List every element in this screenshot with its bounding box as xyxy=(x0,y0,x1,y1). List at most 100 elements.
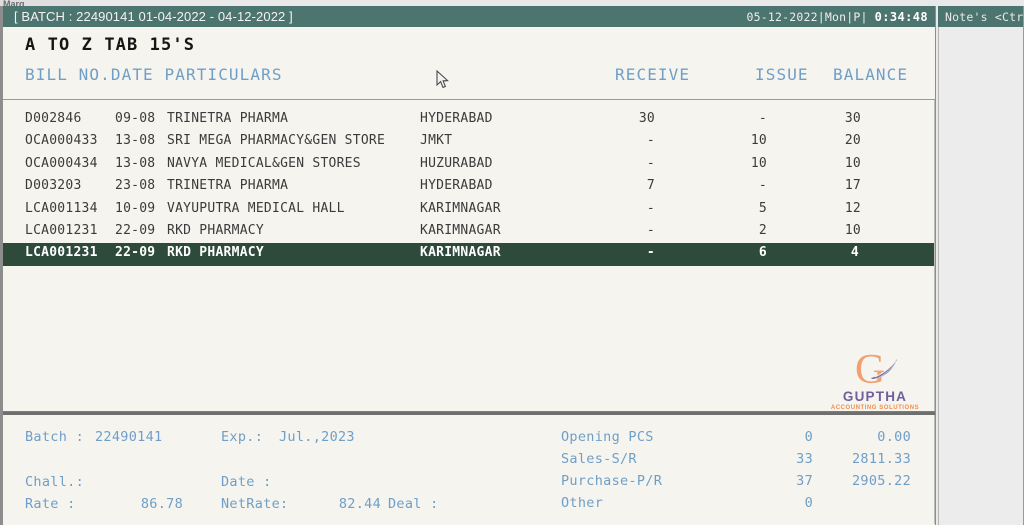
row-balance: 12 xyxy=(844,200,861,216)
row-place: HYDERABAD xyxy=(420,178,493,194)
row-issue: 2 xyxy=(758,222,767,238)
row-issue: 10 xyxy=(750,133,767,149)
table-row[interactable]: LCA001231 22-09 RKD PHARMACY KARIMNAGAR - 6 4 xyxy=(3,243,935,266)
table-row[interactable]: D003203 23-08 TRINETRA PHARMA HYDERABAD 7 - 17 xyxy=(3,176,935,198)
row-place: KARIMNAGAR xyxy=(420,222,501,238)
batch-ledger-window: [ BATCH : 22490141 01-04-2022 - 04-12-20… xyxy=(0,6,936,525)
guptha-logo: G GUPTHA ACCOUNTING SOLUTIONS xyxy=(829,349,921,411)
stock-qty: 37 xyxy=(796,473,813,489)
row-balance: 30 xyxy=(844,111,861,126)
stock-amount: 0.00 xyxy=(877,429,911,445)
date-label[interactable]: Date : xyxy=(221,474,272,490)
quill-icon xyxy=(871,359,897,379)
row-balance: 17 xyxy=(844,178,861,194)
row-bill-no: D002846 xyxy=(25,111,82,126)
stock-amount: 2905.22 xyxy=(852,473,911,489)
table-row[interactable]: OCA000434 13-08 NAVYA MEDICAL&GEN STORES HU… xyxy=(3,154,935,176)
row-balance: 20 xyxy=(844,133,861,149)
row-receive: - xyxy=(646,133,655,149)
ledger-header: A TO Z TAB 15'S BILL NO.DATE PARTICULARS… xyxy=(3,27,935,100)
row-balance: 10 xyxy=(844,155,861,171)
row-date: 22-09 xyxy=(115,222,156,238)
clock-time: 0:34:48 xyxy=(867,9,935,24)
stock-label: Other xyxy=(561,495,604,511)
row-balance: 4 xyxy=(850,245,859,261)
row-bill-no: LCA001231 xyxy=(25,245,98,261)
row-bill-no: D003203 xyxy=(25,178,82,194)
stock-label: Sales-S/R xyxy=(561,451,637,467)
column-header-balance: BALANCE xyxy=(833,65,909,84)
row-particulars: TRINETRA PHARMA xyxy=(167,111,289,126)
row-particulars: RKD PHARMACY xyxy=(167,245,264,261)
row-issue: 6 xyxy=(758,245,767,261)
desktop: Marg [ BATCH : 22490141 01-04-2022 - 04-… xyxy=(0,0,1024,525)
table-row[interactable]: D002846 09-08 TRINETRA PHARMA HYDERABAD 30 - 3… xyxy=(3,109,935,131)
row-place: KARIMNAGAR xyxy=(420,245,501,261)
stock-amount: 2811.33 xyxy=(852,451,911,467)
ledger-rows: D002846 09-08 TRINETRA PHARMA HYDERABAD 30 - 3… xyxy=(3,109,935,266)
row-issue: - xyxy=(758,111,767,126)
row-particulars: SRI MEGA PHARMACY&GEN STORE xyxy=(167,133,386,149)
table-row[interactable]: LCA001134 10-09 VAYUPUTRA MEDICAL HALL KARI… xyxy=(3,199,935,221)
row-receive: 30 xyxy=(638,111,655,126)
row-particulars: RKD PHARMACY xyxy=(167,222,264,238)
window-titlebar: [ BATCH : 22490141 01-04-2022 - 04-12-20… xyxy=(3,6,935,27)
batch-label: Batch : xyxy=(25,429,84,445)
row-bill-no: OCA000433 xyxy=(25,133,98,149)
notes-panel: Note's <Ctrl xyxy=(938,6,1024,525)
row-receive: - xyxy=(646,245,655,261)
row-date: 22-09 xyxy=(115,245,156,261)
row-date: 13-08 xyxy=(115,155,156,171)
deal-label[interactable]: Deal : xyxy=(388,496,439,512)
row-date: 13-08 xyxy=(115,133,156,149)
row-bill-no: LCA001231 xyxy=(25,222,98,238)
row-place: HYDERABAD xyxy=(420,111,493,126)
netrate-value: 82.44 xyxy=(338,496,381,512)
row-receive: 7 xyxy=(646,178,655,194)
row-bill-no: LCA001134 xyxy=(25,200,98,216)
item-title: A TO Z TAB 15'S xyxy=(25,35,196,55)
ledger-right-rule xyxy=(934,100,935,411)
clock-group: 05-12-2022|Mon|P| 0:34:48 xyxy=(747,6,935,27)
exp-value: Jul.,2023 xyxy=(279,429,355,445)
row-issue: - xyxy=(758,178,767,194)
column-header-particulars: BILL NO.DATE PARTICULARS xyxy=(25,65,283,84)
ledger-list[interactable]: D002846 09-08 TRINETRA PHARMA HYDERABAD 30 - 3… xyxy=(3,100,935,412)
row-place: HUZURABAD xyxy=(420,155,493,171)
logo-mark: G xyxy=(829,349,921,391)
row-place: KARIMNAGAR xyxy=(420,200,501,216)
row-issue: 10 xyxy=(750,155,767,171)
table-row[interactable]: OCA000433 13-08 SRI MEGA PHARMACY&GEN STOR… xyxy=(3,131,935,153)
notes-panel-body[interactable] xyxy=(938,27,1023,525)
row-date: 09-08 xyxy=(115,111,156,126)
batch-title: [ BATCH : 22490141 01-04-2022 - 04-12-20… xyxy=(14,9,293,24)
stock-label: Opening PCS xyxy=(561,429,654,445)
notes-panel-header[interactable]: Note's <Ctrl xyxy=(938,6,1023,27)
rate-value: 86.78 xyxy=(140,496,183,512)
row-receive: - xyxy=(646,155,655,171)
row-particulars: NAVYA MEDICAL&GEN STORES xyxy=(167,155,361,171)
row-date: 10-09 xyxy=(115,200,156,216)
row-date: 23-08 xyxy=(115,178,156,194)
logo-tagline: ACCOUNTING SOLUTIONS xyxy=(830,405,920,411)
row-place: JMKT xyxy=(420,133,453,149)
summary-panel: Batch : 22490141 Exp.: Jul.,2023 Chall.:… xyxy=(3,412,935,524)
stock-qty: 33 xyxy=(796,451,813,467)
column-header-receive: RECEIVE xyxy=(615,65,691,84)
stock-label: Purchase-P/R xyxy=(561,473,663,489)
row-issue: 5 xyxy=(758,200,767,216)
table-row[interactable]: LCA001231 22-09 RKD PHARMACY KARIMNAGAR - 2 10 xyxy=(3,221,935,243)
rate-label: Rate : xyxy=(25,496,76,512)
row-balance: 10 xyxy=(844,222,861,238)
mouse-cursor xyxy=(436,70,449,89)
row-receive: - xyxy=(646,222,655,238)
stock-qty: 0 xyxy=(804,495,813,511)
chall-label[interactable]: Chall.: xyxy=(25,474,84,490)
batch-value: 22490141 xyxy=(95,429,163,445)
netrate-label: NetRate: xyxy=(221,496,289,512)
exp-label: Exp.: xyxy=(221,429,264,445)
stock-qty: 0 xyxy=(804,429,813,445)
clock-date: 05-12-2022|Mon|P| xyxy=(746,9,868,24)
column-header-issue: ISSUE xyxy=(755,65,809,84)
summary-right-rule xyxy=(934,415,935,524)
